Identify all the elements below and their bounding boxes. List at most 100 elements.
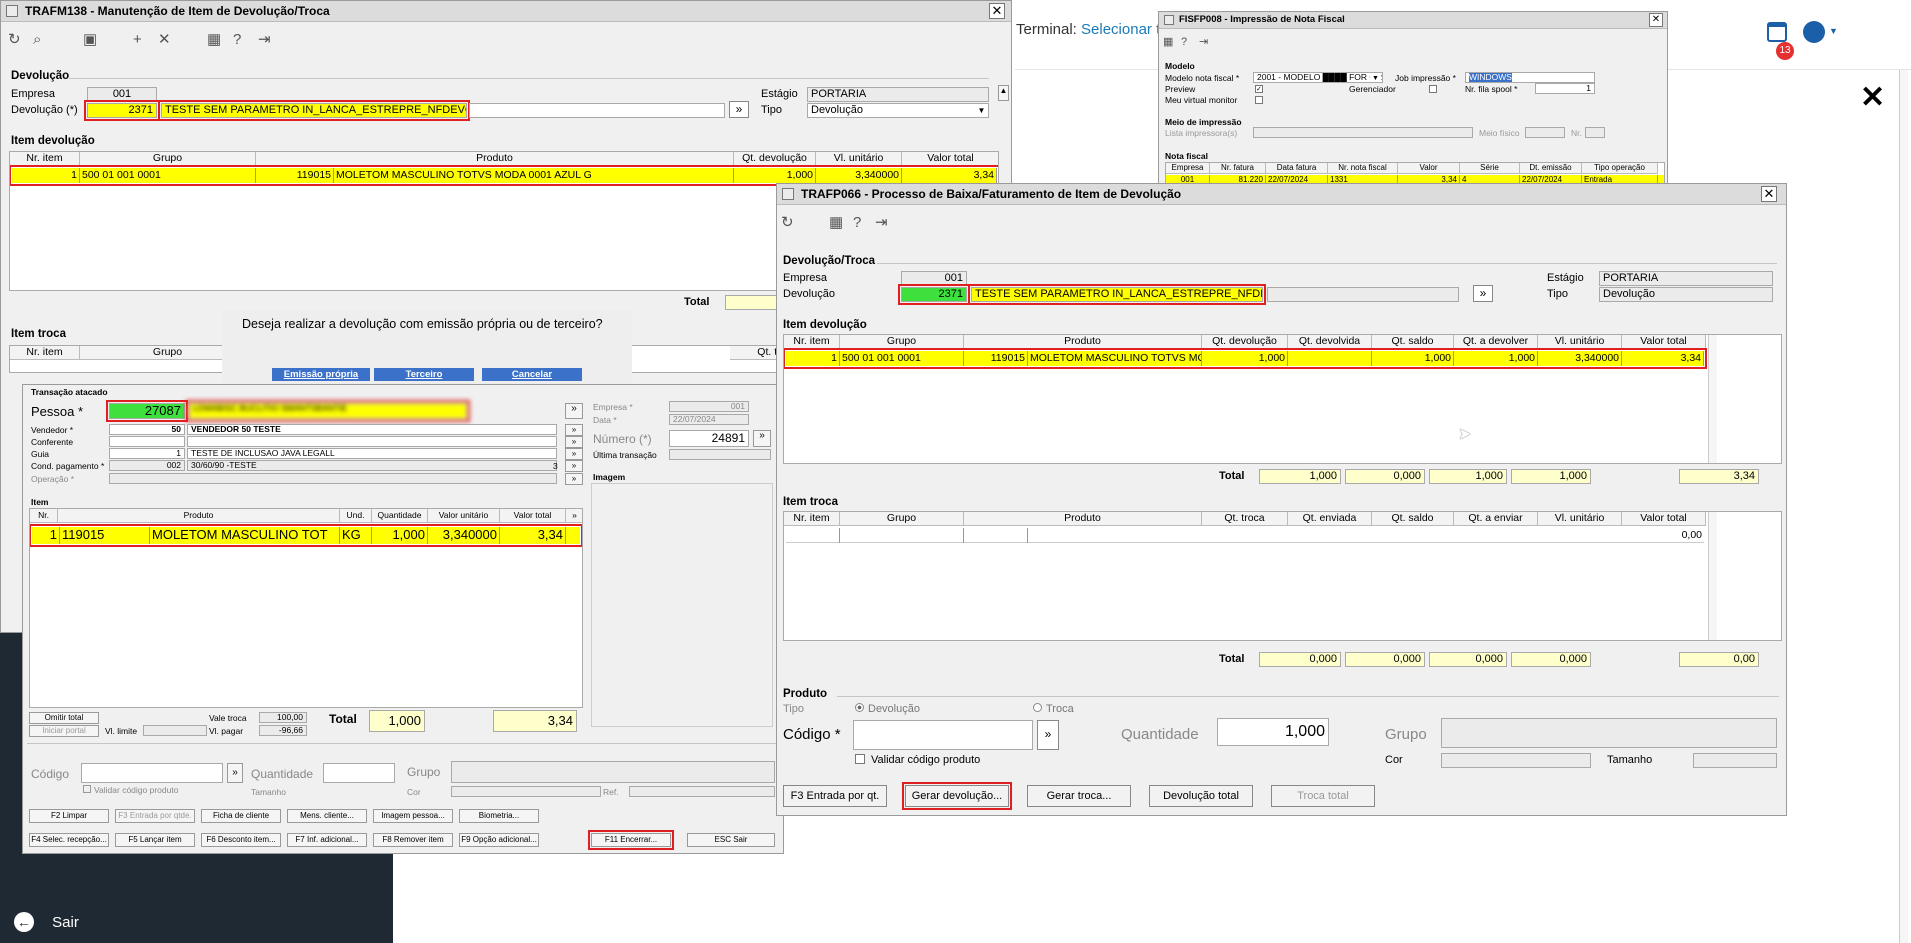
f4-selec-recepcao-button[interactable]: F4 Selec. recepção... bbox=[29, 833, 109, 847]
delete-icon[interactable]: ✕ bbox=[158, 32, 171, 48]
devolucao-number-field[interactable]: 2371 bbox=[898, 284, 970, 305]
scroll-up-button[interactable]: ▲ bbox=[998, 85, 1009, 101]
f8-remover-item-button[interactable]: F8 Remover item bbox=[373, 833, 453, 847]
codigo-input[interactable] bbox=[81, 763, 223, 783]
gerar-troca-button[interactable]: Gerar troca... bbox=[1027, 785, 1131, 807]
codigo-input[interactable] bbox=[853, 720, 1033, 750]
conferente-lookup-button[interactable]: » bbox=[565, 436, 583, 448]
col-header: Qt. troca bbox=[1202, 512, 1288, 526]
quantidade-input[interactable]: 1,000 bbox=[1217, 718, 1329, 746]
cor-label: Cor bbox=[1385, 754, 1403, 766]
operacao-lookup-button[interactable]: » bbox=[565, 473, 583, 485]
tipo-select[interactable]: Devolução ▼ bbox=[807, 103, 989, 118]
f7-inf-adicional-button[interactable]: F7 Inf. adicional... bbox=[287, 833, 367, 847]
help-icon[interactable]: ? bbox=[853, 215, 861, 231]
validar-checkbox[interactable]: Validar código produto bbox=[83, 785, 178, 795]
help-icon[interactable]: ? bbox=[1181, 34, 1187, 50]
table-row[interactable]: 0,00 bbox=[786, 528, 1704, 543]
gerenciador-checkbox[interactable] bbox=[1429, 85, 1437, 93]
table-scrollbar[interactable] bbox=[1708, 512, 1717, 640]
iniciar-portal-button[interactable]: Iniciar portal bbox=[29, 725, 99, 737]
devolucao-number-field[interactable]: 2371 bbox=[84, 100, 160, 121]
radio-devolucao[interactable]: Devolução bbox=[855, 703, 920, 715]
devolucao-desc-extension bbox=[469, 103, 725, 118]
f5-lancar-item-button[interactable]: F5 Lançar item bbox=[115, 833, 195, 847]
calendar-icon[interactable]: ▦ bbox=[829, 215, 843, 231]
emissao-propria-button[interactable]: Emissão própria bbox=[272, 368, 370, 381]
refresh-icon[interactable]: ↻ bbox=[781, 215, 794, 231]
save-icon[interactable]: ▣ bbox=[83, 32, 97, 48]
devolucao-total-button[interactable]: Devolução total bbox=[1149, 785, 1253, 807]
numero-lookup-button[interactable]: » bbox=[753, 430, 771, 447]
close-icon[interactable]: ✕ bbox=[1860, 83, 1885, 113]
close-icon[interactable]: ✕ bbox=[1761, 186, 1777, 202]
close-icon[interactable]: ✕ bbox=[1649, 13, 1663, 27]
user-avatar-icon[interactable] bbox=[1803, 21, 1825, 43]
f9-opcao-adicional-button[interactable]: F9 Opção adicional... bbox=[459, 833, 539, 847]
ficha-cliente-button[interactable]: Ficha de cliente bbox=[201, 809, 281, 823]
exit-icon[interactable]: ⇥ bbox=[875, 215, 888, 231]
table-row[interactable]: 1 119015 MOLETOM MASCULINO TOT KG 1,000 … bbox=[30, 524, 582, 547]
pessoa-code-field[interactable]: 27087 bbox=[106, 400, 188, 422]
biometria-button[interactable]: Biometria... bbox=[459, 809, 539, 823]
calendar-icon[interactable]: ▦ bbox=[207, 32, 221, 48]
f2-limpar-button[interactable]: F2 Limpar bbox=[29, 809, 109, 823]
mens-cliente-button[interactable]: Mens. cliente... bbox=[287, 809, 367, 823]
f6-desconto-item-button[interactable]: F6 Desconto item... bbox=[201, 833, 281, 847]
table-scrollbar[interactable] bbox=[1708, 335, 1717, 463]
cell-grupo: 500 01 001 0001 bbox=[840, 351, 964, 366]
exit-icon[interactable]: ⇥ bbox=[1199, 34, 1208, 50]
troca-total-button[interactable]: Troca total bbox=[1271, 785, 1375, 807]
terminal-link[interactable]: Selecionar t bbox=[1081, 21, 1160, 38]
imagem-pessoa-button[interactable]: Imagem pessoa... bbox=[373, 809, 453, 823]
guia-code-field[interactable]: 1 bbox=[109, 448, 185, 459]
codigo-lookup-button[interactable]: » bbox=[1037, 720, 1059, 750]
add-icon[interactable]: + bbox=[133, 32, 142, 48]
close-icon[interactable]: ✕ bbox=[989, 3, 1005, 19]
vendedor-lookup-button[interactable]: » bbox=[565, 424, 583, 436]
modelo-select[interactable]: 2001 - MODELO ████ FOR GRUPC▼ bbox=[1253, 72, 1383, 83]
numero-field[interactable]: 24891 bbox=[669, 430, 749, 447]
meio-fisico-select[interactable] bbox=[1525, 127, 1565, 138]
pessoa-lookup-button[interactable]: » bbox=[565, 403, 583, 419]
guia-lookup-button[interactable]: » bbox=[565, 448, 583, 460]
exit-icon[interactable]: ⇥ bbox=[258, 32, 271, 48]
operacao-field[interactable] bbox=[109, 473, 557, 484]
total-qt-field: 1,000 bbox=[369, 710, 425, 732]
radio-troca[interactable]: Troca bbox=[1033, 703, 1074, 715]
col-header-arrow[interactable]: » bbox=[566, 509, 582, 523]
search-icon[interactable]: ⌕ bbox=[33, 32, 41, 48]
cond-code-field[interactable]: 002 bbox=[109, 460, 185, 471]
fila-field[interactable]: 1 bbox=[1535, 83, 1595, 94]
cell-codigo: 119015 bbox=[60, 527, 150, 544]
f11-encerrar-button[interactable]: F11 Encerrar... bbox=[588, 830, 674, 850]
monitor-checkbox[interactable] bbox=[1255, 96, 1263, 104]
chevron-down-icon[interactable]: ▼ bbox=[1829, 26, 1838, 36]
cond-lookup-button[interactable]: » bbox=[565, 460, 583, 472]
esc-sair-button[interactable]: ESC Sair bbox=[687, 833, 775, 847]
table-row[interactable]: 1 500 01 001 0001 119015 MOLETOM MASCULI… bbox=[10, 165, 998, 186]
terceiro-button[interactable]: Terceiro bbox=[374, 368, 474, 381]
calendar-icon[interactable] bbox=[1767, 22, 1787, 42]
devolucao-lookup-button[interactable]: » bbox=[1473, 285, 1493, 302]
help-icon[interactable]: ? bbox=[233, 32, 241, 48]
preview-checkbox[interactable]: ✓ bbox=[1255, 85, 1263, 93]
lista-select[interactable] bbox=[1253, 127, 1473, 138]
validar-checkbox[interactable]: Validar código produto bbox=[855, 754, 980, 766]
f3-entrada-button[interactable]: F3 Entrada por qt. bbox=[783, 785, 887, 807]
gerar-devolucao-button[interactable]: Gerar devolução... bbox=[902, 782, 1012, 810]
table-row[interactable]: 1 500 01 001 0001 119015 MOLETOM MASCULI… bbox=[784, 348, 1707, 369]
job-field[interactable]: WINDOWS bbox=[1465, 72, 1595, 83]
devolucao-lookup-button[interactable]: » bbox=[729, 101, 749, 118]
conferente-field[interactable] bbox=[109, 436, 185, 447]
page-scrollbar[interactable] bbox=[1899, 70, 1908, 943]
calendar-icon[interactable]: ▦ bbox=[1163, 34, 1173, 50]
refresh-icon[interactable]: ↻ bbox=[8, 32, 21, 48]
codigo-lookup-button[interactable]: » bbox=[227, 763, 243, 783]
cancelar-button[interactable]: Cancelar bbox=[482, 368, 582, 381]
vendedor-code-field[interactable]: 50 bbox=[109, 424, 185, 435]
sair-button[interactable]: ← Sair bbox=[14, 912, 79, 936]
f3-entrada-button[interactable]: F3 Entrada por qtde. bbox=[115, 809, 195, 823]
quantidade-input[interactable] bbox=[323, 763, 395, 783]
omitir-total-button[interactable]: Omitir total bbox=[29, 712, 99, 724]
